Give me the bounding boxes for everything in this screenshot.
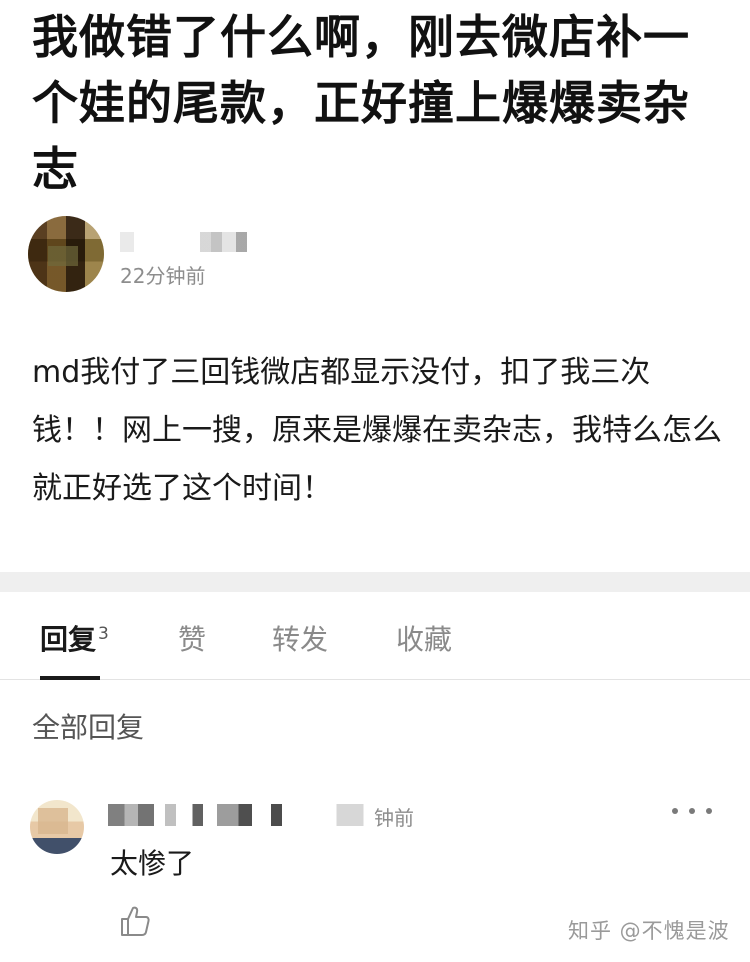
reply-time: 钟前 <box>374 806 414 830</box>
author-name-blurred[interactable] <box>120 232 258 252</box>
thumbs-up-icon[interactable] <box>118 904 152 938</box>
author-info: 22分钟前 <box>28 216 428 296</box>
post-body: md我付了三回钱微店都显示没付，扣了我三次钱！！网上一搜，原来是爆爆在卖杂志，我… <box>32 355 722 506</box>
reply-count-badge: 3 <box>98 623 109 644</box>
tab-likes[interactable]: 赞 <box>178 618 206 658</box>
watermark: 知乎 @不愧是波 <box>568 919 730 943</box>
post-time: 22分钟前 <box>120 264 206 288</box>
section-divider <box>0 572 750 592</box>
reply-avatar[interactable] <box>30 800 84 854</box>
tab-replies[interactable]: 回复 3 <box>40 618 109 658</box>
tab-favorites[interactable]: 收藏 <box>396 618 452 658</box>
post-title: 我做错了什么啊，刚去微店补一个娃的尾款，正好撞上爆爆卖杂志 <box>32 10 690 196</box>
author-avatar[interactable] <box>28 216 104 292</box>
all-replies-heading: 全部回复 <box>32 711 145 744</box>
active-tab-indicator <box>40 676 100 680</box>
tab-reposts[interactable]: 转发 <box>272 618 328 658</box>
reply-author-blurred[interactable] <box>108 804 380 826</box>
more-icon[interactable] <box>672 798 712 824</box>
tab-bar: 回复 3 赞 转发 收藏 <box>0 592 750 680</box>
reply-content: 太惨了 <box>110 847 195 880</box>
tab-replies-label: 回复 <box>40 623 97 656</box>
